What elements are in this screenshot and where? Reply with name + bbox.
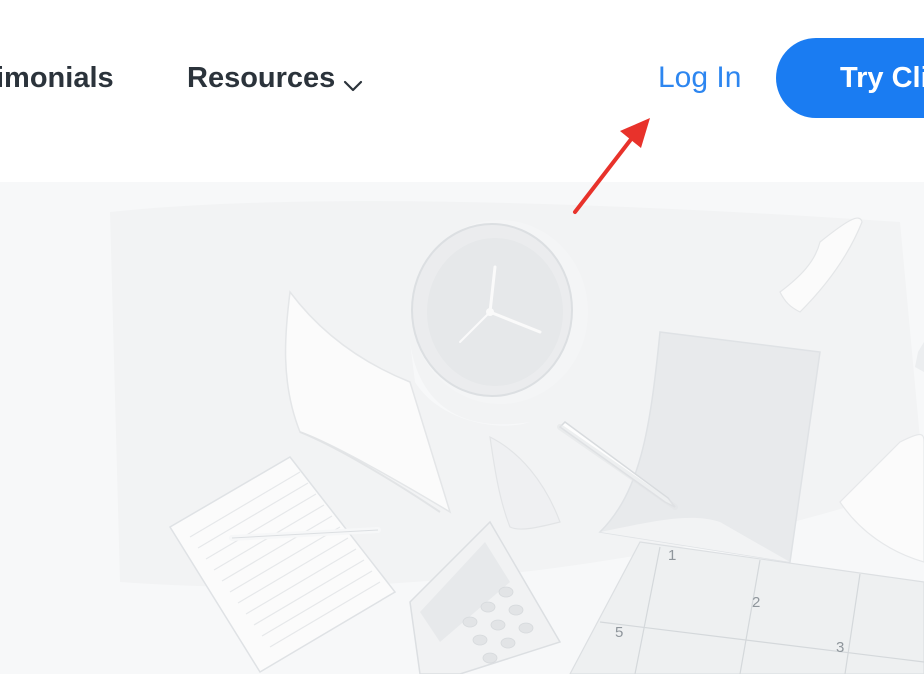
try-free-button[interactable]: Try Cli: [776, 38, 924, 118]
calendar-icon: 1 2 5 3: [569, 541, 924, 674]
office-items-illustration: 1 2 5 3: [110, 201, 924, 674]
hero-illustration: 1 2 5 3: [0, 182, 924, 674]
calendar-day-3: 3: [836, 639, 844, 656]
calendar-day-2: 2: [752, 594, 760, 611]
chevron-down-icon: [341, 67, 365, 92]
nav-dropdown-resources[interactable]: Resources: [187, 56, 365, 100]
top-navigation-bar: imonials Resources Log In Try Cli: [0, 0, 924, 182]
try-free-button-label: Try Cli: [840, 62, 924, 94]
login-link[interactable]: Log In: [658, 56, 741, 100]
nav-link-testimonials[interactable]: imonials: [0, 56, 114, 100]
nav-resources-label: Resources: [187, 62, 336, 94]
calendar-day-5: 5: [615, 624, 623, 641]
page: imonials Resources Log In Try Cli 1 2 5 …: [0, 0, 924, 674]
calendar-day-1: 1: [668, 547, 676, 564]
